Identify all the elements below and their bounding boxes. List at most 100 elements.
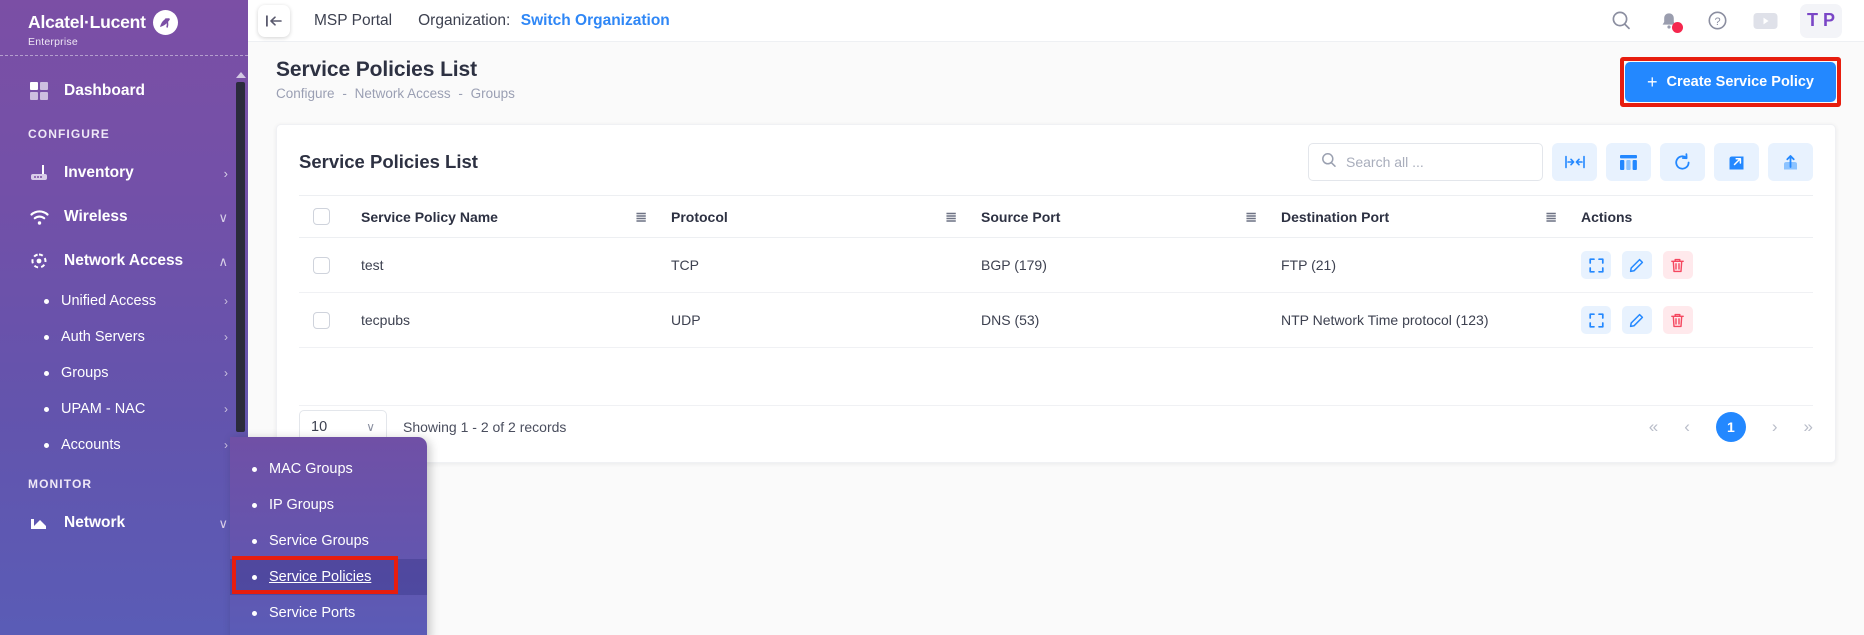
edit-icon[interactable]: [1621, 251, 1652, 279]
network-access-icon: [28, 250, 50, 272]
msp-portal-label[interactable]: MSP Portal: [314, 12, 392, 30]
sidebar-item-network-access[interactable]: Network Access ∧: [0, 239, 248, 283]
network-chart-icon: [28, 512, 50, 534]
expand-icon[interactable]: [1714, 143, 1759, 181]
column-header-protocol[interactable]: Protocol ≣: [661, 195, 971, 238]
inventory-device-icon: [28, 162, 50, 184]
select-all-checkbox[interactable]: [313, 208, 330, 225]
flyout-item-ip-groups[interactable]: IP Groups: [230, 487, 427, 523]
sidebar-item-upam-nac[interactable]: UPAM - NAC ›: [0, 391, 248, 427]
sidebar-item-label: Dashboard: [64, 82, 145, 99]
organization-label: Organization:: [418, 11, 511, 29]
chevron-right-icon: ›: [224, 330, 228, 344]
flyout-item-label: IP Groups: [269, 497, 335, 513]
column-menu-icon[interactable]: ≣: [635, 208, 647, 225]
cell-actions: [1571, 292, 1813, 348]
sidebar-subitem-label: Unified Access: [61, 293, 157, 309]
create-service-policy-button[interactable]: + Create Service Policy: [1624, 62, 1836, 102]
sidebar-item-wireless[interactable]: Wireless ∨: [0, 195, 248, 239]
scrollbar-thumb[interactable]: [236, 82, 245, 432]
table-row[interactable]: tecpubs UDP DNS (53) NTP Network Time pr…: [299, 292, 1813, 348]
view-detail-icon[interactable]: [1581, 251, 1611, 279]
breadcrumb-item-groups[interactable]: Groups: [471, 86, 515, 101]
search-input[interactable]: [1346, 154, 1530, 170]
notification-badge: [1672, 21, 1683, 33]
sidebar-item-network[interactable]: Network ∨: [0, 501, 248, 545]
pagination-first[interactable]: «: [1649, 417, 1658, 437]
refresh-icon[interactable]: [1660, 143, 1705, 181]
search-icon[interactable]: [1608, 8, 1634, 34]
pagination-last[interactable]: »: [1804, 417, 1813, 437]
flyout-item-label: Service Ports: [269, 605, 356, 621]
view-detail-icon[interactable]: [1581, 306, 1611, 334]
column-header-destination-port[interactable]: Destination Port ≣: [1271, 195, 1571, 238]
flyout-item-service-groups[interactable]: Service Groups: [230, 523, 427, 559]
flyout-item-service-ports[interactable]: Service Ports: [230, 595, 427, 631]
delete-icon[interactable]: [1662, 306, 1693, 334]
sidebar-item-auth-servers[interactable]: Auth Servers ›: [0, 319, 248, 355]
breadcrumb-item-network-access[interactable]: Network Access: [355, 86, 451, 101]
groups-flyout-menu: MAC Groups IP Groups Service Groups Serv…: [230, 437, 427, 635]
notification-bell-icon[interactable]: [1656, 8, 1683, 34]
column-header-source-port[interactable]: Source Port ≣: [971, 195, 1271, 238]
brand-name: Alcatel·Lucent: [28, 12, 146, 32]
chevron-up-icon: ∧: [218, 253, 228, 269]
help-circle-icon[interactable]: ?: [1704, 8, 1730, 34]
sidebar-item-groups[interactable]: Groups ›: [0, 355, 248, 391]
pagination-page-1[interactable]: 1: [1715, 412, 1746, 442]
pagination-next[interactable]: ›: [1772, 417, 1778, 437]
sidebar-item-inventory[interactable]: Inventory ›: [0, 151, 248, 195]
card-title: Service Policies List: [299, 151, 478, 172]
organization-block: Organization: Switch Organization: [418, 12, 670, 30]
bullet-icon: [44, 406, 49, 412]
flyout-item-mac-groups[interactable]: MAC Groups: [230, 451, 427, 487]
search-box[interactable]: [1308, 143, 1543, 181]
column-menu-icon[interactable]: ≣: [1545, 208, 1557, 225]
chevron-down-icon: ∨: [366, 420, 375, 434]
service-policies-card: Service Policies List Search all ... Ser…: [276, 124, 1836, 463]
column-settings-icon[interactable]: [1606, 143, 1651, 181]
brand-divider: [0, 55, 248, 56]
create-service-policy-wrapper: + Create Service Policy: [1619, 57, 1841, 107]
column-header-service-policy-name[interactable]: Service Policy Name ≣: [351, 195, 661, 238]
table-header-row: Service Policy Name ≣ Protocol ≣ Source …: [299, 195, 1813, 238]
row-checkbox[interactable]: [313, 256, 330, 274]
delete-icon[interactable]: [1662, 251, 1693, 279]
row-select-cell: [299, 292, 351, 348]
chevron-right-icon: ›: [223, 165, 228, 181]
edit-icon[interactable]: [1621, 306, 1652, 334]
switch-organization-link[interactable]: Switch Organization: [521, 12, 670, 29]
card-header: Service Policies List: [277, 125, 1835, 195]
cell-service-policy-name: test: [351, 237, 661, 293]
column-label: Actions: [1581, 208, 1633, 225]
export-upload-icon[interactable]: [1768, 143, 1813, 181]
flyout-item-label: Service Policies: [269, 569, 372, 585]
plus-icon: +: [1646, 72, 1658, 92]
column-label: Destination Port: [1281, 208, 1390, 225]
page-title: Service Policies List: [276, 58, 478, 81]
video-play-icon[interactable]: [1752, 8, 1778, 34]
breadcrumb-separator: -: [342, 86, 347, 101]
collapse-sidebar-icon[interactable]: [258, 4, 290, 37]
pagination-prev[interactable]: ‹: [1684, 417, 1690, 437]
column-menu-icon[interactable]: ≣: [945, 208, 957, 225]
flyout-item-service-policies[interactable]: Service Policies: [230, 559, 427, 595]
sidebar-item-dashboard[interactable]: Dashboard: [0, 69, 248, 113]
svg-text:?: ?: [1714, 16, 1720, 28]
bullet-icon: [252, 574, 257, 580]
sidebar-item-unified-access[interactable]: Unified Access ›: [0, 283, 248, 319]
breadcrumb-item-configure[interactable]: Configure: [276, 86, 335, 101]
bullet-icon: [44, 370, 49, 376]
bullet-icon: [252, 538, 257, 544]
fit-columns-icon[interactable]: [1552, 143, 1597, 181]
scroll-up-arrow-icon[interactable]: [236, 72, 246, 78]
table-row[interactable]: test TCP BGP (179) FTP (21): [299, 237, 1813, 293]
cell-destination-port: FTP (21): [1271, 237, 1571, 293]
search-icon: [1321, 152, 1337, 173]
sidebar: Alcatel·Lucent Enterprise Dashboard CONF…: [0, 0, 248, 635]
row-checkbox[interactable]: [313, 311, 330, 329]
column-menu-icon[interactable]: ≣: [1245, 208, 1257, 225]
avatar[interactable]: T P: [1800, 3, 1842, 38]
chevron-right-icon: ›: [224, 402, 228, 416]
sidebar-item-accounts[interactable]: Accounts ›: [0, 427, 248, 463]
